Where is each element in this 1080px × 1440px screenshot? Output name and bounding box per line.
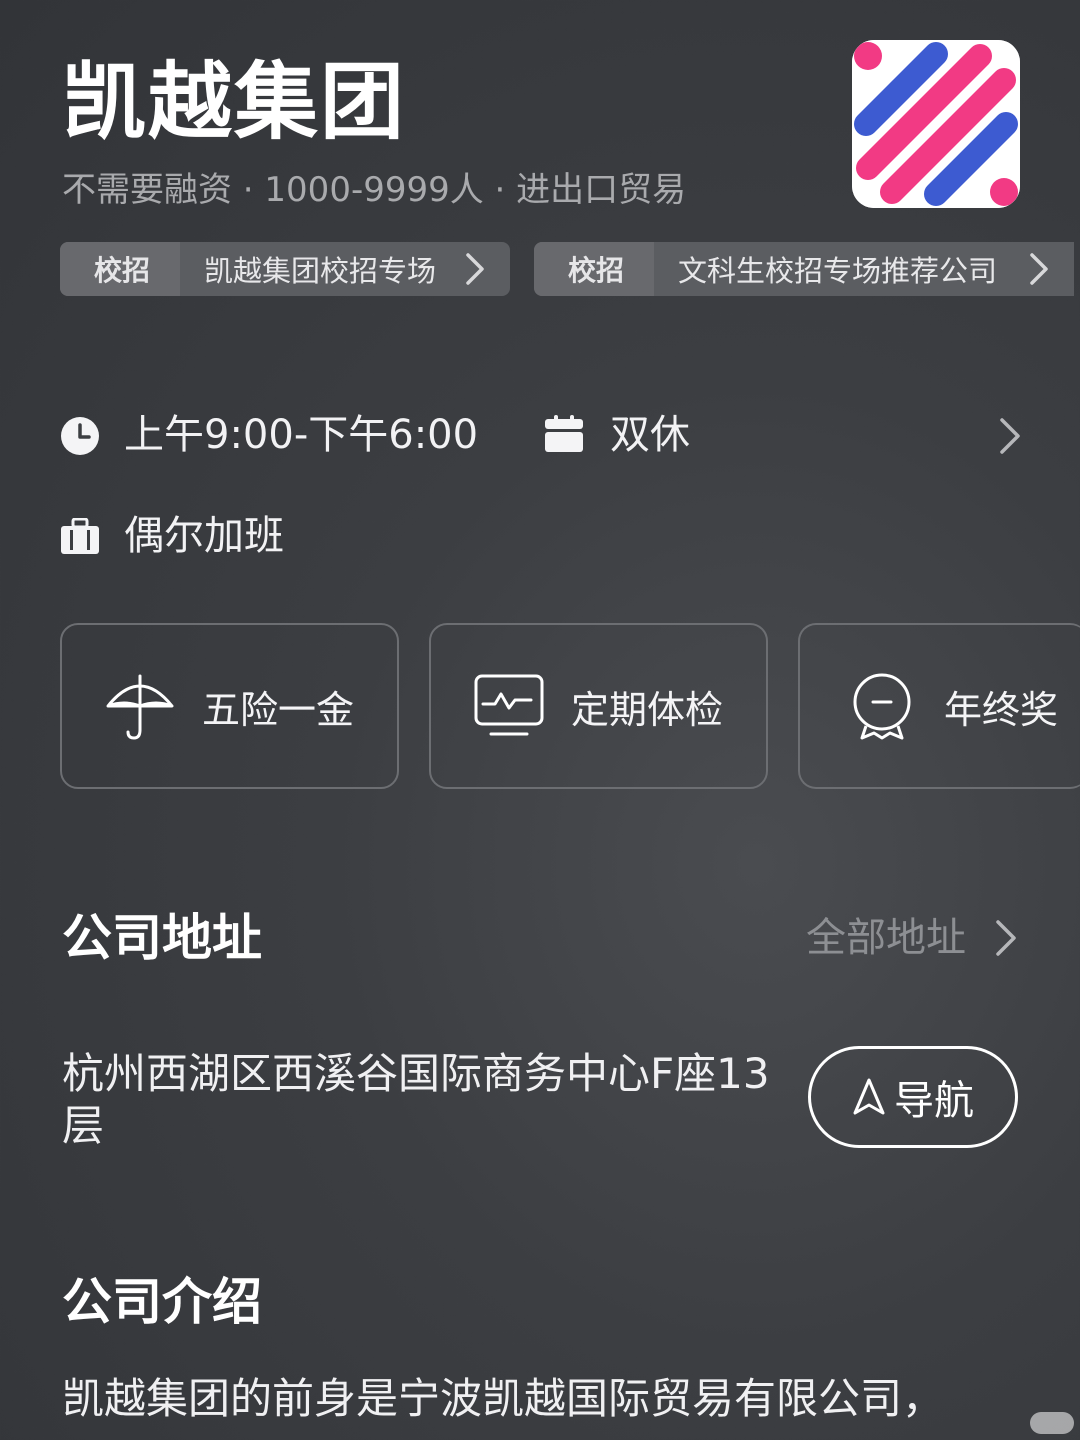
monitor-icon <box>474 674 544 736</box>
campus-pill-1[interactable]: 校招 凯越集团校招专场 <box>60 242 510 296</box>
navigation-arrow-icon <box>853 1078 885 1115</box>
pill-tag: 校招 <box>534 242 655 296</box>
briefcase-icon <box>61 518 99 554</box>
work-hours: 上午9:00-下午6:00 <box>124 412 479 458</box>
award-icon <box>853 673 911 740</box>
benefit-label: 五险一金 <box>202 687 355 732</box>
benefit-card-checkup[interactable]: 定期体检 <box>429 623 768 789</box>
benefit-label: 年终奖 <box>944 687 1059 732</box>
weekend-info: 双休 <box>610 412 690 458</box>
work-info-row[interactable]: 上午9:00-下午6:00 双休 <box>0 400 1080 470</box>
address-section-title: 公司地址 <box>62 909 262 967</box>
benefit-card-bonus[interactable]: 年终奖 <box>798 623 1080 789</box>
clock-icon <box>61 417 99 455</box>
campus-pill-2[interactable]: 校招 文科生校招专场推荐公司 <box>534 242 1074 296</box>
company-logo <box>852 40 1020 208</box>
company-address: 杭州西湖区西溪谷国际商务中心F座13层 <box>62 1049 770 1150</box>
company-name: 凯越集团 <box>62 53 407 151</box>
chevron-right-icon <box>1000 418 1020 454</box>
pill-text: 文科生校招专场推荐公司 <box>678 254 998 288</box>
all-addresses-label: 全部地址 <box>806 915 966 961</box>
benefit-label: 定期体检 <box>571 687 724 732</box>
calendar-icon <box>545 415 583 452</box>
company-intro-text: 凯越集团的前身是宁波凯越国际贸易有限公司， <box>62 1374 945 1423</box>
company-meta: 不需要融资 · 1000-9999人 · 进出口贸易 <box>62 170 687 210</box>
watermark-logo <box>1030 1412 1074 1434</box>
pill-text: 凯越集团校招专场 <box>204 254 437 288</box>
overtime-row: 偶尔加班 <box>0 505 500 575</box>
all-addresses-link[interactable]: 全部地址 <box>806 913 1020 963</box>
intro-section-title: 公司介绍 <box>62 1273 262 1331</box>
pill-tag: 校招 <box>60 242 181 296</box>
navigation-label: 导航 <box>894 1078 974 1124</box>
umbrella-icon <box>106 674 174 740</box>
navigation-button[interactable]: 导航 <box>808 1046 1018 1148</box>
chevron-right-icon <box>1030 253 1048 285</box>
company-logo-graphic <box>852 40 1020 208</box>
overtime-info: 偶尔加班 <box>124 513 284 559</box>
chevron-right-icon <box>996 920 1016 956</box>
chevron-right-icon <box>466 253 484 285</box>
benefit-card-insurance[interactable]: 五险一金 <box>60 623 399 789</box>
